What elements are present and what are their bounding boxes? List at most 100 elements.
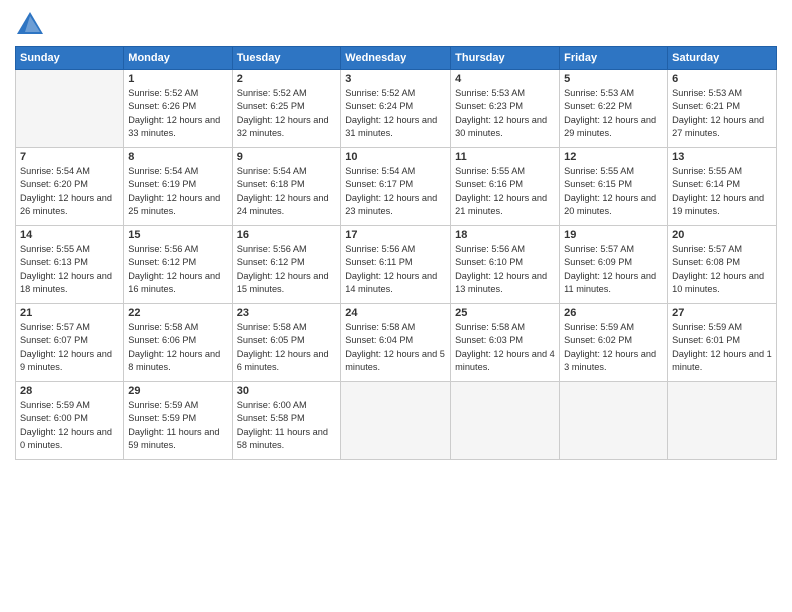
- cell-info: Sunrise: 5:55 AM Sunset: 6:14 PM Dayligh…: [672, 165, 772, 218]
- day-number: 28: [20, 385, 119, 397]
- day-number: 27: [672, 307, 772, 319]
- col-header-wednesday: Wednesday: [341, 47, 451, 70]
- calendar-cell: 10 Sunrise: 5:54 AM Sunset: 6:17 PM Dayl…: [341, 148, 451, 226]
- calendar-cell: 4 Sunrise: 5:53 AM Sunset: 6:23 PM Dayli…: [451, 70, 560, 148]
- page: SundayMondayTuesdayWednesdayThursdayFrid…: [0, 0, 792, 612]
- calendar-cell: 16 Sunrise: 5:56 AM Sunset: 6:12 PM Dayl…: [232, 226, 341, 304]
- calendar-cell: 2 Sunrise: 5:52 AM Sunset: 6:25 PM Dayli…: [232, 70, 341, 148]
- cell-info: Sunrise: 5:52 AM Sunset: 6:25 PM Dayligh…: [237, 87, 337, 140]
- cell-info: Sunrise: 5:59 AM Sunset: 6:01 PM Dayligh…: [672, 321, 772, 374]
- cell-info: Sunrise: 5:53 AM Sunset: 6:21 PM Dayligh…: [672, 87, 772, 140]
- calendar-cell: [560, 382, 668, 460]
- calendar-cell: [341, 382, 451, 460]
- day-number: 1: [128, 73, 227, 85]
- day-number: 8: [128, 151, 227, 163]
- calendar-cell: 25 Sunrise: 5:58 AM Sunset: 6:03 PM Dayl…: [451, 304, 560, 382]
- cell-info: Sunrise: 5:52 AM Sunset: 6:26 PM Dayligh…: [128, 87, 227, 140]
- calendar-cell: 13 Sunrise: 5:55 AM Sunset: 6:14 PM Dayl…: [668, 148, 777, 226]
- day-number: 6: [672, 73, 772, 85]
- calendar-cell: 11 Sunrise: 5:55 AM Sunset: 6:16 PM Dayl…: [451, 148, 560, 226]
- day-number: 3: [345, 73, 446, 85]
- calendar-cell: 24 Sunrise: 5:58 AM Sunset: 6:04 PM Dayl…: [341, 304, 451, 382]
- day-number: 4: [455, 73, 555, 85]
- cell-info: Sunrise: 5:55 AM Sunset: 6:16 PM Dayligh…: [455, 165, 555, 218]
- calendar-header-row: SundayMondayTuesdayWednesdayThursdayFrid…: [16, 47, 777, 70]
- cell-info: Sunrise: 5:54 AM Sunset: 6:17 PM Dayligh…: [345, 165, 446, 218]
- calendar-cell: 19 Sunrise: 5:57 AM Sunset: 6:09 PM Dayl…: [560, 226, 668, 304]
- calendar-cell: 14 Sunrise: 5:55 AM Sunset: 6:13 PM Dayl…: [16, 226, 124, 304]
- cell-info: Sunrise: 5:56 AM Sunset: 6:10 PM Dayligh…: [455, 243, 555, 296]
- cell-info: Sunrise: 6:00 AM Sunset: 5:58 PM Dayligh…: [237, 399, 337, 452]
- logo-icon: [15, 10, 45, 38]
- cell-info: Sunrise: 5:56 AM Sunset: 6:12 PM Dayligh…: [237, 243, 337, 296]
- calendar-cell: [451, 382, 560, 460]
- cell-info: Sunrise: 5:53 AM Sunset: 6:22 PM Dayligh…: [564, 87, 663, 140]
- day-number: 26: [564, 307, 663, 319]
- calendar-cell: 3 Sunrise: 5:52 AM Sunset: 6:24 PM Dayli…: [341, 70, 451, 148]
- logo: [15, 10, 49, 38]
- cell-info: Sunrise: 5:58 AM Sunset: 6:05 PM Dayligh…: [237, 321, 337, 374]
- day-number: 9: [237, 151, 337, 163]
- calendar-cell: 29 Sunrise: 5:59 AM Sunset: 5:59 PM Dayl…: [124, 382, 232, 460]
- day-number: 29: [128, 385, 227, 397]
- week-row-1: 7 Sunrise: 5:54 AM Sunset: 6:20 PM Dayli…: [16, 148, 777, 226]
- calendar-cell: 20 Sunrise: 5:57 AM Sunset: 6:08 PM Dayl…: [668, 226, 777, 304]
- cell-info: Sunrise: 5:57 AM Sunset: 6:07 PM Dayligh…: [20, 321, 119, 374]
- cell-info: Sunrise: 5:56 AM Sunset: 6:11 PM Dayligh…: [345, 243, 446, 296]
- cell-info: Sunrise: 5:59 AM Sunset: 6:00 PM Dayligh…: [20, 399, 119, 452]
- day-number: 23: [237, 307, 337, 319]
- day-number: 14: [20, 229, 119, 241]
- cell-info: Sunrise: 5:54 AM Sunset: 6:20 PM Dayligh…: [20, 165, 119, 218]
- week-row-0: 1 Sunrise: 5:52 AM Sunset: 6:26 PM Dayli…: [16, 70, 777, 148]
- calendar-cell: 1 Sunrise: 5:52 AM Sunset: 6:26 PM Dayli…: [124, 70, 232, 148]
- header: [15, 10, 777, 38]
- col-header-sunday: Sunday: [16, 47, 124, 70]
- calendar-cell: [668, 382, 777, 460]
- cell-info: Sunrise: 5:57 AM Sunset: 6:08 PM Dayligh…: [672, 243, 772, 296]
- cell-info: Sunrise: 5:56 AM Sunset: 6:12 PM Dayligh…: [128, 243, 227, 296]
- calendar-cell: 27 Sunrise: 5:59 AM Sunset: 6:01 PM Dayl…: [668, 304, 777, 382]
- cell-info: Sunrise: 5:58 AM Sunset: 6:06 PM Dayligh…: [128, 321, 227, 374]
- calendar-cell: 30 Sunrise: 6:00 AM Sunset: 5:58 PM Dayl…: [232, 382, 341, 460]
- week-row-2: 14 Sunrise: 5:55 AM Sunset: 6:13 PM Dayl…: [16, 226, 777, 304]
- cell-info: Sunrise: 5:55 AM Sunset: 6:15 PM Dayligh…: [564, 165, 663, 218]
- day-number: 2: [237, 73, 337, 85]
- cell-info: Sunrise: 5:58 AM Sunset: 6:03 PM Dayligh…: [455, 321, 555, 374]
- col-header-friday: Friday: [560, 47, 668, 70]
- cell-info: Sunrise: 5:55 AM Sunset: 6:13 PM Dayligh…: [20, 243, 119, 296]
- cell-info: Sunrise: 5:59 AM Sunset: 5:59 PM Dayligh…: [128, 399, 227, 452]
- day-number: 22: [128, 307, 227, 319]
- calendar-cell: [16, 70, 124, 148]
- week-row-4: 28 Sunrise: 5:59 AM Sunset: 6:00 PM Dayl…: [16, 382, 777, 460]
- calendar-cell: 9 Sunrise: 5:54 AM Sunset: 6:18 PM Dayli…: [232, 148, 341, 226]
- col-header-tuesday: Tuesday: [232, 47, 341, 70]
- calendar-cell: 22 Sunrise: 5:58 AM Sunset: 6:06 PM Dayl…: [124, 304, 232, 382]
- calendar-cell: 28 Sunrise: 5:59 AM Sunset: 6:00 PM Dayl…: [16, 382, 124, 460]
- calendar: SundayMondayTuesdayWednesdayThursdayFrid…: [15, 46, 777, 460]
- cell-info: Sunrise: 5:58 AM Sunset: 6:04 PM Dayligh…: [345, 321, 446, 374]
- day-number: 15: [128, 229, 227, 241]
- day-number: 18: [455, 229, 555, 241]
- cell-info: Sunrise: 5:59 AM Sunset: 6:02 PM Dayligh…: [564, 321, 663, 374]
- calendar-cell: 21 Sunrise: 5:57 AM Sunset: 6:07 PM Dayl…: [16, 304, 124, 382]
- day-number: 12: [564, 151, 663, 163]
- day-number: 17: [345, 229, 446, 241]
- day-number: 10: [345, 151, 446, 163]
- cell-info: Sunrise: 5:53 AM Sunset: 6:23 PM Dayligh…: [455, 87, 555, 140]
- day-number: 24: [345, 307, 446, 319]
- cell-info: Sunrise: 5:54 AM Sunset: 6:19 PM Dayligh…: [128, 165, 227, 218]
- calendar-cell: 5 Sunrise: 5:53 AM Sunset: 6:22 PM Dayli…: [560, 70, 668, 148]
- calendar-cell: 26 Sunrise: 5:59 AM Sunset: 6:02 PM Dayl…: [560, 304, 668, 382]
- col-header-monday: Monday: [124, 47, 232, 70]
- day-number: 13: [672, 151, 772, 163]
- cell-info: Sunrise: 5:57 AM Sunset: 6:09 PM Dayligh…: [564, 243, 663, 296]
- day-number: 7: [20, 151, 119, 163]
- calendar-cell: 7 Sunrise: 5:54 AM Sunset: 6:20 PM Dayli…: [16, 148, 124, 226]
- day-number: 20: [672, 229, 772, 241]
- day-number: 25: [455, 307, 555, 319]
- day-number: 21: [20, 307, 119, 319]
- day-number: 11: [455, 151, 555, 163]
- calendar-cell: 23 Sunrise: 5:58 AM Sunset: 6:05 PM Dayl…: [232, 304, 341, 382]
- week-row-3: 21 Sunrise: 5:57 AM Sunset: 6:07 PM Dayl…: [16, 304, 777, 382]
- calendar-cell: 18 Sunrise: 5:56 AM Sunset: 6:10 PM Dayl…: [451, 226, 560, 304]
